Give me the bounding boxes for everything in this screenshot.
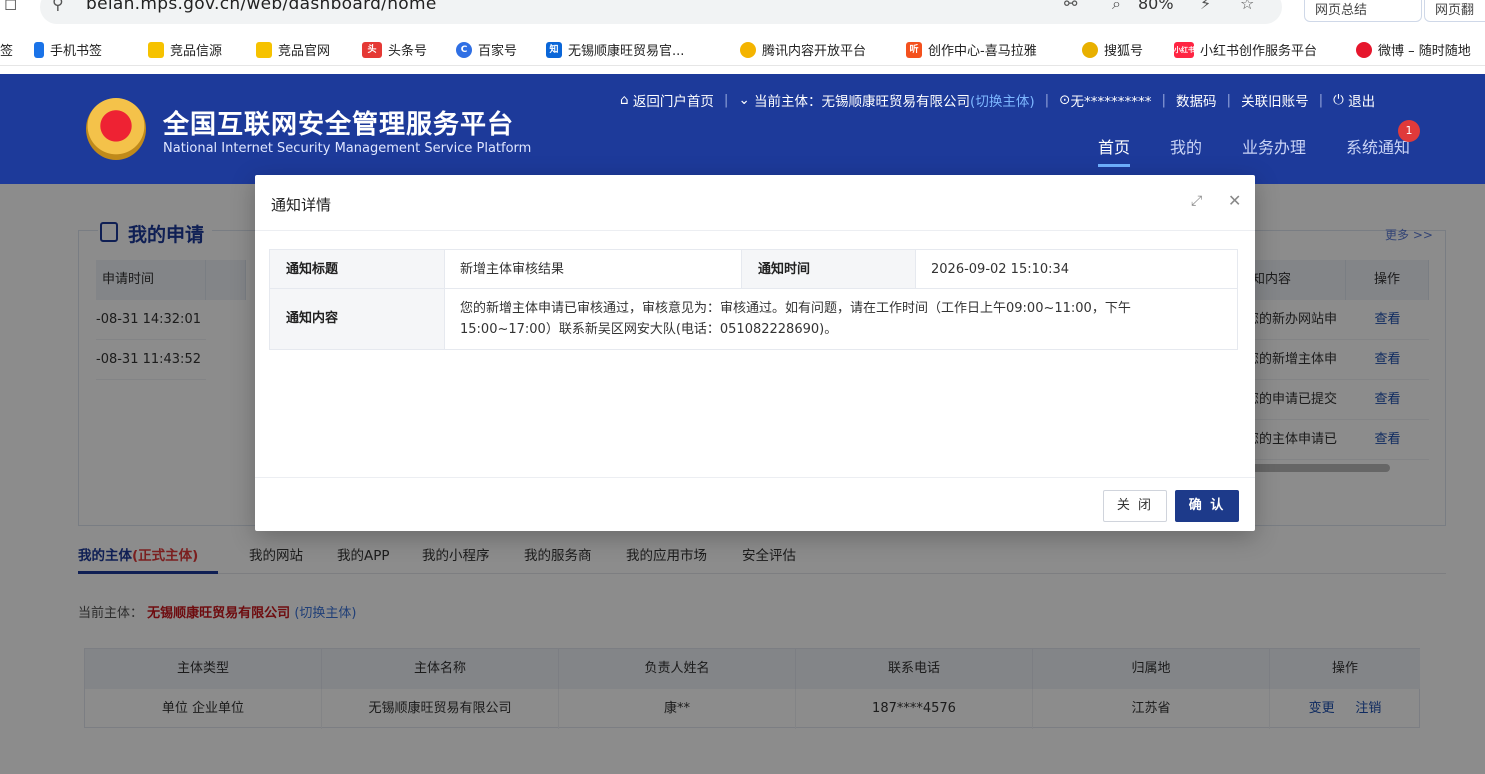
- nav-mine[interactable]: 我的: [1170, 134, 1202, 158]
- bookmark-item[interactable]: 竞品信源: [148, 40, 222, 59]
- toutiao-icon: 头: [362, 41, 382, 58]
- ximalaya-icon: 听: [906, 41, 922, 58]
- modal-footer: 关 闭 确 认: [255, 477, 1255, 531]
- bookmark-item[interactable]: 头头条号: [362, 40, 427, 59]
- bookmark-item[interactable]: 腾讯内容开放平台: [740, 40, 866, 59]
- header-toplinks: ⌂ 返回门户首页 | ⌄ 当前主体：无锡顺康旺贸易有限公司 (切换主体) | ⊙…: [620, 90, 1376, 110]
- police-emblem-icon: [86, 98, 146, 160]
- modal-title: 通知详情: [271, 196, 332, 214]
- nav-active-underline: [1098, 164, 1130, 167]
- nav-business[interactable]: 业务办理: [1242, 134, 1306, 158]
- bookmark-item[interactable]: 微博 – 随时随地: [1356, 40, 1471, 59]
- zoom-icon[interactable]: ⌕: [1112, 0, 1121, 14]
- lightning-icon[interactable]: ⚡: [1200, 0, 1211, 13]
- url-text[interactable]: beian.mps.gov.cn/web/dashboard/home: [86, 0, 437, 14]
- switch-subject-link[interactable]: (切换主体): [970, 90, 1035, 110]
- close-icon[interactable]: ✕: [1228, 191, 1241, 210]
- folder-icon: [148, 41, 164, 58]
- page-icon: ◻: [4, 0, 18, 13]
- modal-header: 通知详情 ⤢ ✕: [255, 175, 1255, 231]
- baijia-icon: C: [456, 41, 472, 58]
- bell-icon: [740, 41, 756, 58]
- chevron-down-icon: ⌄: [738, 92, 755, 108]
- nav-home[interactable]: 首页: [1098, 134, 1130, 158]
- xiaohongshu-icon: 小红书: [1174, 41, 1195, 58]
- logout-link[interactable]: 退出: [1348, 90, 1375, 110]
- current-subject-text: 当前主体：无锡顺康旺贸易有限公司: [754, 94, 971, 110]
- bookmark-item[interactable]: 听创作中心-喜马拉雅: [906, 40, 1037, 59]
- value-notify-title: 新增主体审核结果: [445, 250, 742, 289]
- folder-icon: [256, 41, 272, 58]
- back-portal-link[interactable]: 返回门户首页: [633, 90, 714, 110]
- fullscreen-icon[interactable]: ⤢: [1191, 193, 1202, 209]
- zoom-level[interactable]: 80%: [1138, 0, 1174, 13]
- phone-icon: [34, 41, 44, 58]
- bookmark-item[interactable]: C 百家号: [456, 40, 517, 59]
- bookmarks-bar: 签 手机书签 竞品信源 竞品官网 头头条号 C 百家号 知无锡顺康旺贸易官... …: [0, 34, 1485, 66]
- notification-badge: 1: [1398, 120, 1420, 142]
- favorite-icon[interactable]: ☆: [1240, 0, 1254, 13]
- close-button[interactable]: 关 闭: [1103, 490, 1167, 522]
- site-title-en: National Internet Security Management Se…: [163, 141, 532, 156]
- page-translate-button[interactable]: 网页翻: [1424, 0, 1485, 22]
- site-title-cn: 全国互联网安全管理服务平台: [163, 110, 515, 140]
- zhihu-icon: 知: [546, 41, 562, 58]
- home-icon: ⌂: [620, 92, 633, 108]
- page-summary-button[interactable]: 网页总结: [1304, 0, 1422, 22]
- data-code-link[interactable]: 数据码: [1176, 90, 1217, 110]
- bookmark-item[interactable]: 小红书 小红书创作服务平台: [1174, 40, 1317, 59]
- label-notify-time: 通知时间: [742, 250, 916, 289]
- user-name[interactable]: 无**********: [1070, 90, 1151, 110]
- bookmark-item[interactable]: 搜狐号: [1082, 40, 1143, 59]
- bookmark-item[interactable]: 竞品官网: [256, 40, 330, 59]
- label-notify-title: 通知标题: [270, 250, 445, 289]
- bookmark-item[interactable]: 签: [0, 40, 13, 59]
- confirm-button[interactable]: 确 认: [1175, 490, 1239, 522]
- notification-detail-modal: 通知详情 ⤢ ✕ 通知标题 新增主体审核结果 通知时间 2026-09-02 1…: [255, 175, 1255, 531]
- site-settings-icon[interactable]: ⚲: [52, 0, 64, 13]
- user-icon: ⊙: [1059, 92, 1071, 108]
- weibo-icon: [1356, 41, 1372, 58]
- value-notify-time: 2026-09-02 15:10:34: [916, 250, 1237, 289]
- notification-detail-table: 通知标题 新增主体审核结果 通知时间 2026-09-02 15:10:34 通…: [269, 249, 1238, 350]
- site-header: 全国互联网安全管理服务平台 National Internet Security…: [0, 74, 1485, 184]
- power-icon: ⏻: [1333, 92, 1349, 108]
- bookmark-item[interactable]: 手机书签: [34, 40, 102, 59]
- browser-address-bar: ◻ ⚲ beian.mps.gov.cn/web/dashboard/home …: [0, 0, 1485, 34]
- sohu-icon: [1082, 41, 1098, 58]
- bookmark-item[interactable]: 知无锡顺康旺贸易官...: [546, 40, 684, 59]
- extension-icon[interactable]: ⚯: [1064, 0, 1077, 13]
- label-notify-content: 通知内容: [270, 289, 445, 349]
- value-notify-content: 您的新增主体申请已审核通过，审核意见为：审核通过。如有问题，请在工作时间（工作日…: [460, 301, 1131, 337]
- link-old-account[interactable]: 关联旧账号: [1241, 90, 1309, 110]
